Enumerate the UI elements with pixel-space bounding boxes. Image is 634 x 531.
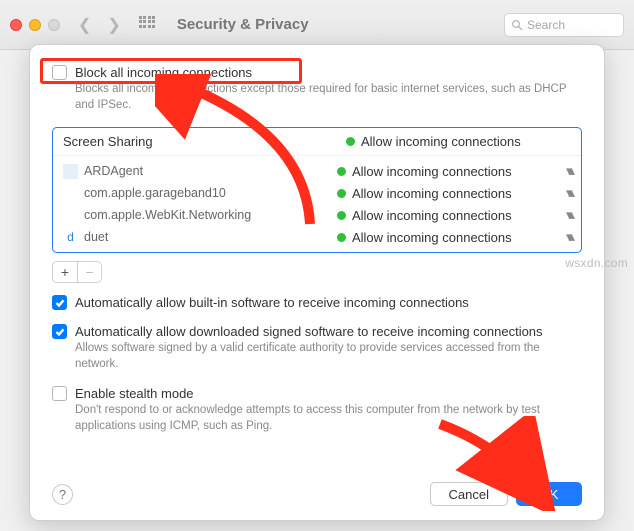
cancel-button[interactable]: Cancel [430,482,508,506]
window-title: Security & Privacy [177,16,309,33]
status-dot-icon [337,189,346,198]
stealth-checkbox[interactable] [52,386,67,401]
table-row[interactable]: ARDAgent Allow incoming connections ▾▴ [53,160,581,182]
close-window-icon[interactable] [10,19,22,31]
watermark: wsxdn.com [565,256,628,270]
apps-list: ARDAgent Allow incoming connections ▾▴ c… [53,156,581,252]
block-all-description: Blocks all incoming connections except t… [75,82,582,113]
apps-header-name: Screen Sharing [63,134,346,149]
sheet-footer: ? Cancel OK [52,482,582,506]
search-placeholder: Search [527,18,565,32]
auto-signed-description: Allows software signed by a valid certif… [75,341,582,372]
auto-builtin-row[interactable]: Automatically allow built-in software to… [52,295,582,310]
help-button[interactable]: ? [52,484,73,505]
stealth-row[interactable]: Enable stealth mode [52,386,582,401]
minimize-window-icon[interactable] [29,19,41,31]
dropdown-icon[interactable]: ▾▴ [566,185,571,201]
auto-builtin-checkbox[interactable] [52,295,67,310]
stealth-label: Enable stealth mode [75,386,194,401]
window-controls [10,19,60,31]
apps-table-header[interactable]: Screen Sharing Allow incoming connection… [53,128,581,156]
dropdown-icon[interactable]: ▾▴ [566,163,571,179]
table-row[interactable]: d duet Allow incoming connections ▾▴ [53,226,581,248]
dropdown-icon[interactable]: ▾▴ [566,229,571,245]
block-all-row[interactable]: Block all incoming connections [52,65,582,80]
status-dot-icon [337,233,346,242]
apps-header-status: Allow incoming connections [346,134,571,149]
add-app-button[interactable]: + [53,262,77,282]
status-dot-icon [337,211,346,220]
auto-signed-row[interactable]: Automatically allow downloaded signed so… [52,324,582,339]
table-row[interactable]: com.apple.garageband10 Allow incoming co… [53,182,581,204]
stealth-description: Don't respond to or acknowledge attempts… [75,403,582,434]
zoom-window-icon [48,19,60,31]
app-icon [63,186,78,201]
status-dot-icon [337,167,346,176]
show-all-icon[interactable] [139,16,157,34]
add-remove-buttons: + − [52,261,102,283]
block-all-label: Block all incoming connections [75,65,252,80]
toolbar: ❮ ❯ Security & Privacy Search [0,0,634,50]
auto-signed-checkbox[interactable] [52,324,67,339]
status-dot-icon [346,137,355,146]
firewall-apps-table: Screen Sharing Allow incoming connection… [52,127,582,253]
block-all-checkbox[interactable] [52,65,67,80]
app-icon [63,208,78,223]
table-row[interactable]: com.apple.WebKit.Networking Allow incomi… [53,204,581,226]
dropdown-icon[interactable]: ▾▴ [566,207,571,223]
search-input[interactable]: Search [504,13,624,37]
forward-button: ❯ [103,15,124,35]
app-icon [63,164,78,179]
remove-app-button: − [77,262,101,282]
app-icon: d [63,230,78,245]
ok-button[interactable]: OK [516,482,582,506]
auto-signed-label: Automatically allow downloaded signed so… [75,324,543,339]
back-button[interactable]: ❮ [74,15,95,35]
auto-builtin-label: Automatically allow built-in software to… [75,295,469,310]
firewall-options-sheet: Block all incoming connections Blocks al… [29,44,605,521]
search-icon [511,19,523,31]
